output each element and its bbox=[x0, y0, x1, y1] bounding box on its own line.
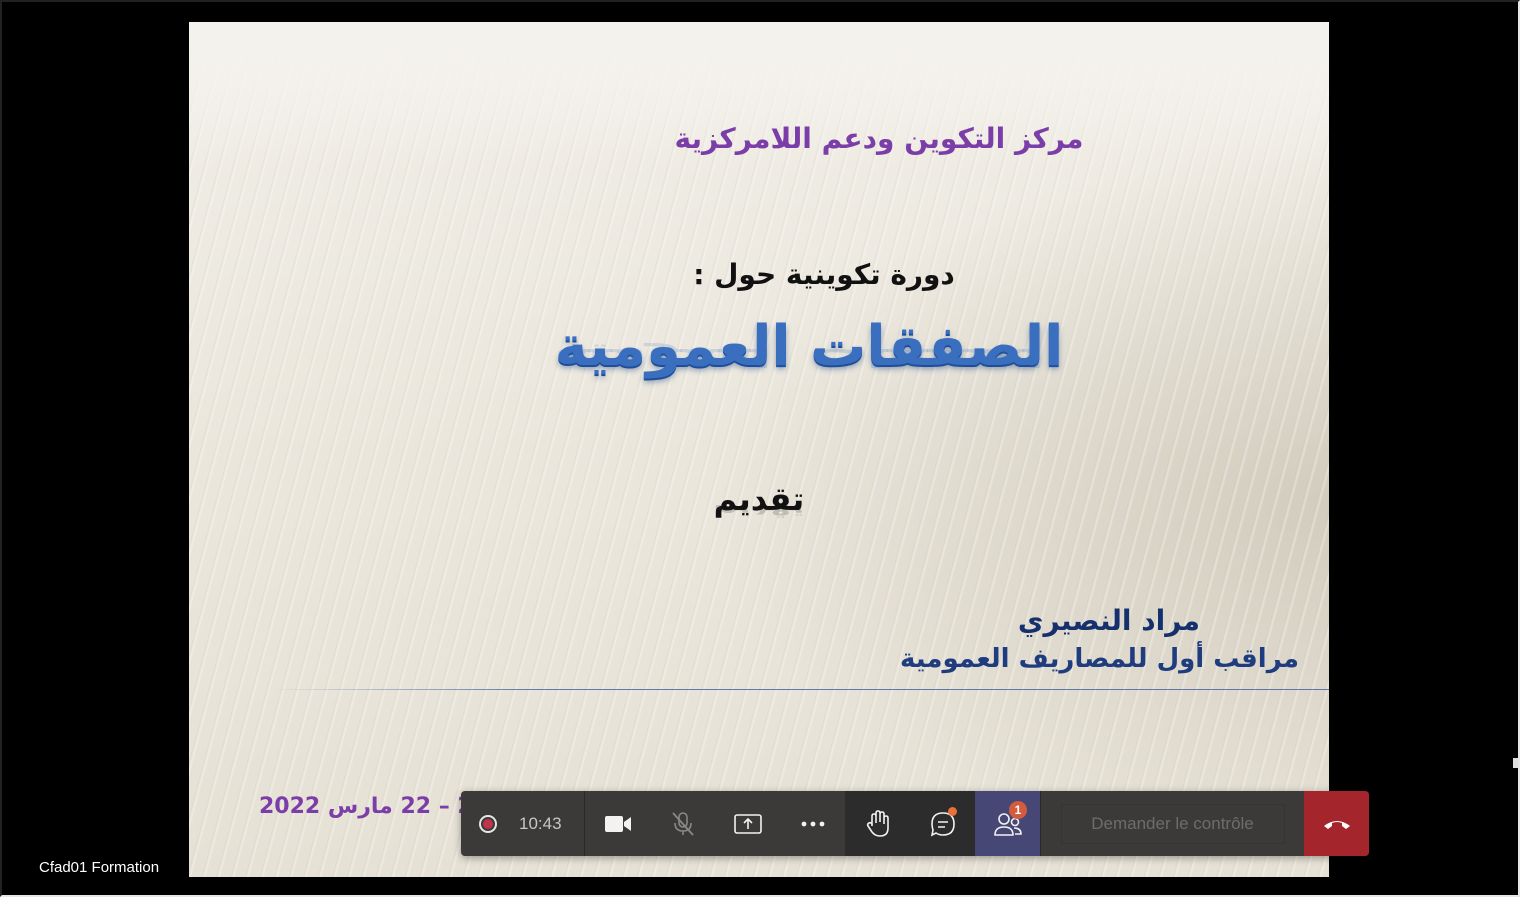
participant-name-label: Cfad01 Formation bbox=[39, 859, 160, 876]
microphone-button[interactable] bbox=[650, 791, 715, 856]
meeting-toolbar: 10:43 1 Demander le contrôle bbox=[461, 791, 1369, 856]
participants-button[interactable]: 1 bbox=[975, 791, 1040, 856]
hang-up-button[interactable] bbox=[1304, 791, 1369, 856]
slide-date: 21 – 22 مارس 2022 bbox=[259, 794, 488, 819]
meeting-timer: 10:43 bbox=[519, 813, 562, 833]
meeting-stage: مركز التكوين ودعم اللامركزية دورة تكويني… bbox=[0, 0, 1520, 897]
share-screen-icon bbox=[733, 813, 762, 834]
video-camera-icon bbox=[604, 815, 631, 832]
recording-indicator-icon bbox=[479, 814, 497, 833]
more-actions-button[interactable] bbox=[780, 791, 845, 856]
shared-slide: مركز التكوين ودعم اللامركزية دورة تكويني… bbox=[189, 22, 1329, 877]
slide-divider bbox=[269, 689, 1329, 690]
chat-unread-indicator bbox=[948, 807, 957, 816]
chat-button[interactable] bbox=[910, 791, 975, 856]
more-actions-icon bbox=[801, 821, 824, 826]
slide-course-lead: دورة تكوينية حول : bbox=[693, 258, 955, 291]
share-screen-button[interactable] bbox=[715, 791, 780, 856]
camera-button[interactable] bbox=[585, 791, 650, 856]
hang-up-icon bbox=[1323, 820, 1350, 829]
participants-count-badge: 1 bbox=[1009, 801, 1027, 819]
slide-course-title-reflection: الصفقات العمومية bbox=[554, 342, 1064, 372]
slide-organization: مركز التكوين ودعم اللامركزية bbox=[674, 122, 1084, 155]
slide-presented-by-reflection: تقديم bbox=[713, 504, 805, 522]
raise-hand-icon bbox=[866, 809, 889, 837]
request-control-button[interactable]: Demander le contrôle bbox=[1060, 803, 1285, 844]
microphone-muted-icon bbox=[671, 811, 694, 836]
raise-hand-button[interactable] bbox=[845, 791, 910, 856]
slide-author-name: مراد النصيري bbox=[1017, 604, 1200, 637]
recording-timer-group: 10:43 bbox=[461, 791, 585, 856]
request-control-area: Demander le contrôle bbox=[1040, 791, 1304, 856]
window-edge-marker bbox=[1513, 758, 1518, 768]
slide-author-role: مراقب أول للمصاريف العمومية bbox=[900, 644, 1299, 674]
